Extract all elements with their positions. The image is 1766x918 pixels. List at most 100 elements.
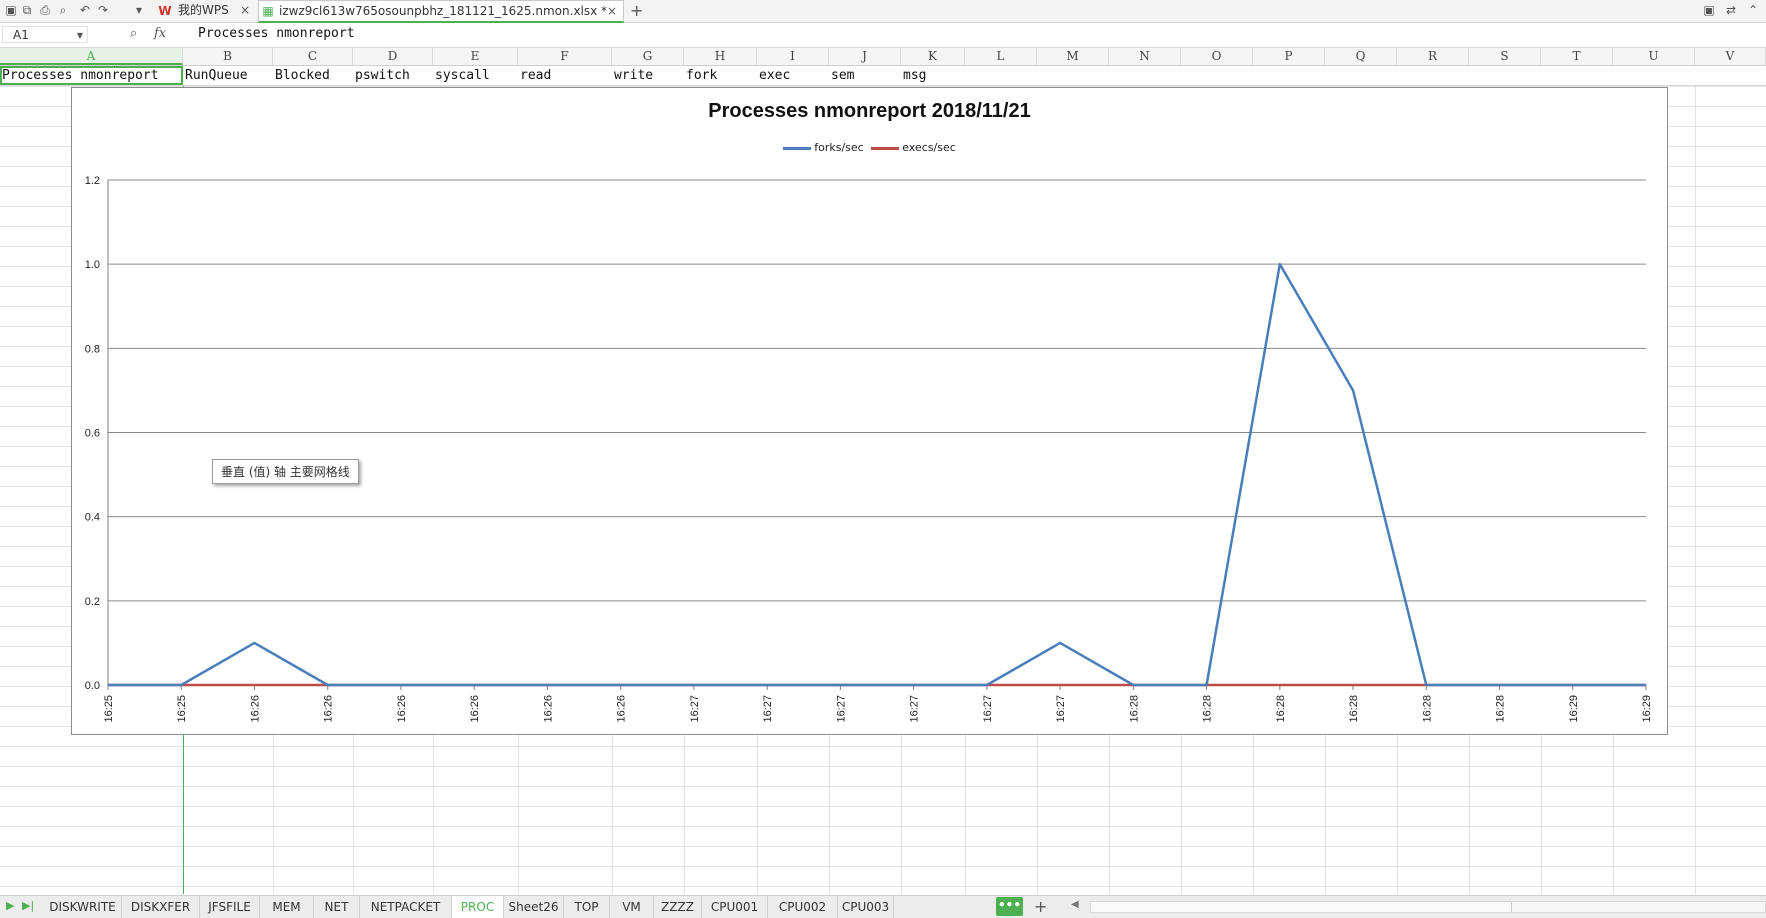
column-header[interactable]: F	[518, 48, 612, 65]
minimize-ribbon-icon[interactable]: ⌃	[1746, 3, 1760, 17]
sheet-tab-vm[interactable]: VM	[610, 896, 654, 918]
x-tick-label: 16:27	[835, 695, 847, 723]
spreadsheet-file-icon: ▦	[262, 4, 274, 18]
new-tab-button[interactable]: +	[630, 0, 643, 21]
column-header[interactable]: U	[1613, 48, 1695, 65]
cell[interactable]: read	[520, 66, 551, 85]
sheet-tab-proc[interactable]: PROC	[452, 896, 504, 918]
x-tick-label: 16:27	[762, 695, 774, 723]
column-header[interactable]: O	[1181, 48, 1253, 65]
pdf-export-icon[interactable]: ⧉	[20, 3, 34, 17]
sheet-tab-cpu001[interactable]: CPU001	[702, 896, 768, 918]
sheet-tab-sheet26[interactable]: Sheet26	[504, 896, 564, 918]
table-row: Processes nmonreport RunQueue Blocked pswit…	[0, 66, 1766, 86]
column-header[interactable]: Q	[1325, 48, 1397, 65]
x-tick-label: 16:26	[323, 695, 335, 723]
column-header[interactable]: G	[612, 48, 684, 65]
chevron-down-icon[interactable]: ▼	[77, 27, 83, 44]
column-header[interactable]: H	[684, 48, 757, 65]
y-tick-label: 0.8	[85, 343, 100, 355]
sync-icon[interactable]: ⇄	[1724, 3, 1738, 17]
cell[interactable]: RunQueue	[185, 66, 248, 85]
close-tab-icon[interactable]: ×	[240, 0, 250, 21]
zoom-search-icon[interactable]: ⌕	[130, 26, 137, 41]
plot-area[interactable]: 0.0 0.2 0.4 0.6 0.8 1.0 1.2 16:25 16:25 16:26 16:2…	[72, 88, 1669, 736]
x-tick-label: 16:29	[1568, 695, 1580, 723]
sheet-tab-diskwrite[interactable]: DISKWRITE	[44, 896, 122, 918]
sheet-tab-zzzz[interactable]: ZZZZ	[654, 896, 702, 918]
title-bar: ▣ ⧉ ⎙ ⌕ ↶ ↷ ▾ W 我的WPS × ▦ izwz9cl613w765…	[0, 0, 1766, 23]
sheet-tab-cpu003[interactable]: CPU003	[838, 896, 894, 918]
new-file-icon[interactable]: ▣	[4, 3, 18, 17]
x-tick-label: 16:28	[1128, 695, 1140, 723]
cell[interactable]: exec	[759, 66, 790, 85]
scrollbar-thumb[interactable]	[1091, 902, 1512, 912]
column-header[interactable]: S	[1469, 48, 1541, 65]
sheet-tab-netpacket[interactable]: NETPACKET	[360, 896, 452, 918]
cell[interactable]: pswitch	[355, 66, 410, 85]
x-tick-label: 16:26	[469, 695, 481, 723]
column-header[interactable]: V	[1695, 48, 1766, 65]
tab-my-wps[interactable]: W 我的WPS ×	[158, 0, 256, 21]
x-tick-label: 16:26	[249, 695, 261, 723]
window-mode-icon[interactable]: ▣	[1702, 3, 1716, 17]
add-sheet-button[interactable]: +	[1034, 896, 1047, 918]
y-tick-label: 0.4	[85, 512, 100, 524]
column-header[interactable]: N	[1109, 48, 1181, 65]
sheet-tab-mem[interactable]: MEM	[260, 896, 314, 918]
x-tick-label: 16:26	[396, 695, 408, 723]
y-tick-label: 0.0	[85, 680, 100, 692]
column-header[interactable]: P	[1253, 48, 1325, 65]
sheet-tab-diskxfer[interactable]: DISKXFER	[122, 896, 200, 918]
x-tick-label: 16:29	[1641, 695, 1653, 723]
x-tick-label: 16:27	[909, 695, 921, 723]
function-button[interactable]: fx	[154, 26, 166, 41]
close-tab-icon[interactable]: ×	[607, 1, 617, 22]
column-header[interactable]: T	[1541, 48, 1613, 65]
cell[interactable]: sem	[831, 66, 854, 85]
scroll-left-icon[interactable]: ◀	[1071, 899, 1079, 910]
column-header[interactable]: D	[353, 48, 433, 65]
name-box-value: A1	[13, 28, 29, 42]
sheet-tab-jfsfile[interactable]: JFSFILE	[200, 896, 260, 918]
last-sheet-icon[interactable]: ▶|	[22, 899, 34, 912]
column-header[interactable]: J	[829, 48, 901, 65]
sheet-tab-net[interactable]: NET	[314, 896, 360, 918]
x-tick-label: 16:28	[1348, 695, 1360, 723]
column-header[interactable]: I	[757, 48, 829, 65]
more-sheets-button[interactable]: •••	[996, 897, 1023, 916]
column-header[interactable]: E	[433, 48, 518, 65]
redo-icon[interactable]: ↷	[96, 3, 110, 17]
column-header[interactable]: A	[0, 48, 183, 65]
column-header[interactable]: B	[183, 48, 273, 65]
horizontal-scrollbar[interactable]	[1090, 901, 1766, 913]
cell[interactable]: msg	[903, 66, 926, 85]
tab-workbook[interactable]: ▦ izwz9cl613w765osounpbhz_181121_1625.nm…	[258, 0, 624, 23]
y-tick-label: 0.2	[85, 596, 100, 608]
customize-toolbar-icon[interactable]: ▾	[132, 3, 146, 17]
wps-logo-icon: W	[158, 4, 172, 18]
tab-label: 我的WPS	[178, 3, 229, 17]
x-tick-label: 16:27	[689, 695, 701, 723]
chart[interactable]: Processes nmonreport 2018/11/21 forks/se…	[71, 87, 1668, 735]
cell[interactable]: fork	[686, 66, 717, 85]
column-header[interactable]: M	[1037, 48, 1109, 65]
sheet-tab-cpu002[interactable]: CPU002	[768, 896, 838, 918]
cell[interactable]: Blocked	[275, 66, 330, 85]
cell[interactable]: write	[614, 66, 653, 85]
column-header[interactable]: L	[965, 48, 1037, 65]
sheet-tab-top[interactable]: TOP	[564, 896, 610, 918]
cell[interactable]: syscall	[435, 66, 490, 85]
print-icon[interactable]: ⎙	[38, 3, 52, 17]
formula-bar: A1 ▼ ⌕ fx Processes nmonreport	[0, 23, 1766, 48]
x-tick-label: 16:25	[103, 695, 115, 723]
undo-icon[interactable]: ↶	[78, 3, 92, 17]
name-box[interactable]: A1 ▼	[2, 26, 88, 43]
next-sheet-icon[interactable]: ▶	[6, 899, 14, 912]
tab-label: izwz9cl613w765osounpbhz_181121_1625.nmon…	[279, 4, 608, 18]
column-header[interactable]: K	[901, 48, 965, 65]
column-header[interactable]: R	[1397, 48, 1469, 65]
column-header[interactable]: C	[273, 48, 353, 65]
print-preview-icon[interactable]: ⌕	[56, 3, 70, 17]
formula-input[interactable]: Processes nmonreport	[198, 26, 355, 41]
